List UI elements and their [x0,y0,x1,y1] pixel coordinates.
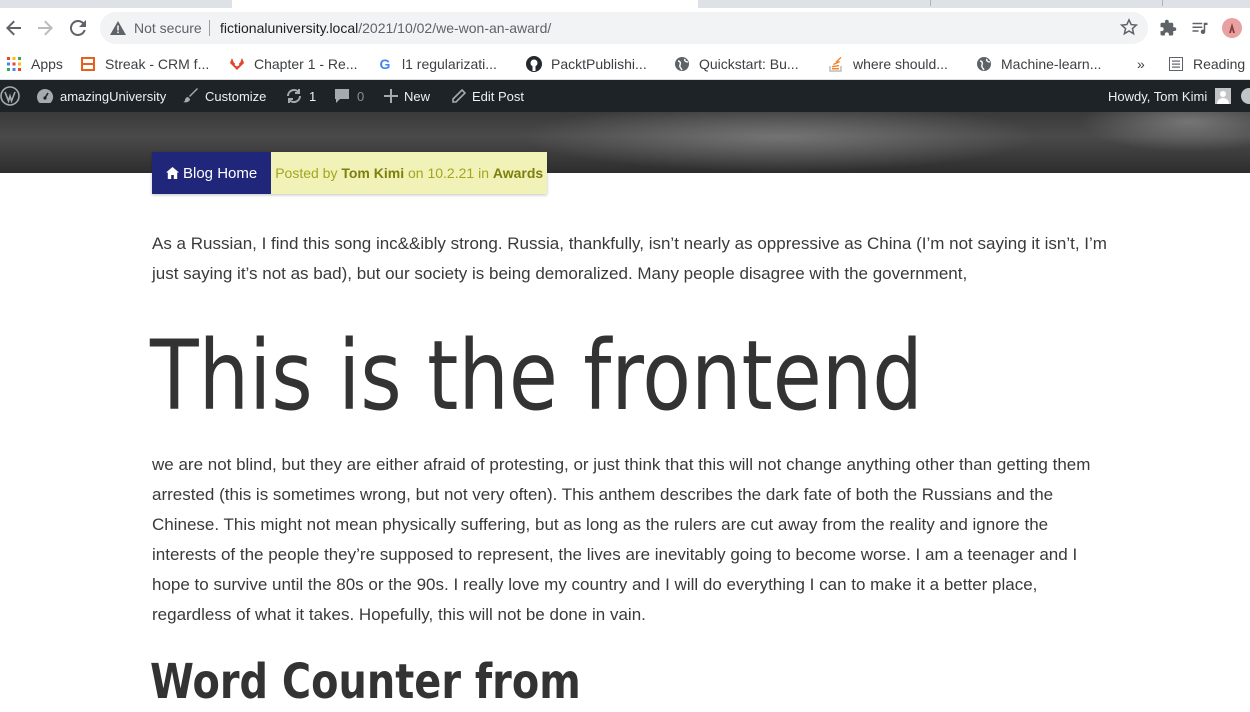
globe-icon [976,56,992,72]
divider [209,20,210,36]
category-link[interactable]: Awards [493,165,543,181]
back-arrow-icon [6,20,21,36]
site-name: amazingUniversity [60,88,167,104]
posted-by-label: Posted by [275,165,338,181]
on-label: on [408,165,424,181]
url-path: /2021/10/02/we-won-an-award/ [358,20,552,36]
bookmark-where-should[interactable]: where should... [828,52,948,76]
blog-home-button[interactable]: Blog Home [152,152,272,194]
bookmark-l1-regularization[interactable]: G l1 regularizati... [377,52,497,76]
updates-link[interactable]: 1 [285,80,316,112]
bookmark-machine-learning[interactable]: Machine-learn... [976,52,1101,76]
apps-grid-icon [6,56,22,72]
security-label[interactable]: Not secure [134,20,202,36]
forward-button[interactable] [33,16,57,40]
edit-post-label: Edit Post [472,88,525,104]
howdy-greeting: Howdy, Tom Kimi [1108,88,1208,104]
bookmark-label: l1 regularizati... [402,56,497,72]
bookmark-label: Streak - CRM f... [105,56,210,72]
bookmark-star-icon[interactable] [1119,18,1139,41]
tab-separator [930,0,931,6]
bookmark-label: where should... [853,56,948,72]
extensions-puzzle-icon[interactable] [1158,18,1178,38]
my-account-menu[interactable]: Howdy, Tom Kimi [1108,80,1250,112]
reading-list-icon [1168,56,1184,72]
comments-count: 0 [357,88,365,104]
active-tab[interactable] [232,0,698,8]
bookmark-quickstart[interactable]: Quickstart: Bu... [674,52,799,76]
gitlab-fox-icon [229,56,245,72]
bookmark-streak[interactable]: Streak - CRM f... [80,52,209,76]
bookmark-apps[interactable]: Apps [6,52,63,76]
google-g-icon: G [379,56,391,72]
home-icon [166,167,179,179]
bookmark-label: Apps [31,56,63,72]
updates-count: 1 [309,88,317,104]
reading-list-button[interactable]: Reading [1168,52,1245,76]
post-heading: This is the frontend [150,320,923,432]
wordpress-logo-icon [0,86,20,106]
blog-home-label: Blog Home [183,164,258,182]
bookmark-label: PacktPublishi... [551,56,647,72]
new-label: New [404,88,431,104]
bookmarks-bar: Apps Streak - CRM f... Chapter 1 - Re...… [0,48,1250,80]
warning-icon[interactable] [110,20,126,41]
bookmark-packt[interactable]: PacktPublishi... [526,52,647,76]
customize-label: Customize [205,88,267,104]
comments-link[interactable]: 0 [333,80,364,112]
browser-toolbar: Not secure fictionaluniversity.local/202… [0,8,1250,48]
github-icon [526,56,542,72]
search-icon[interactable] [1241,88,1250,104]
url-text[interactable]: fictionaluniversity.local/2021/10/02/we-… [220,20,551,36]
comment-bubble-icon [333,88,351,104]
reload-icon [70,20,86,36]
bookmark-label: Chapter 1 - Re... [254,56,358,72]
bookmark-label: Machine-learn... [1001,56,1102,72]
customize-link[interactable]: Customize [183,80,266,112]
media-queue-icon[interactable] [1190,18,1210,38]
reload-button[interactable] [66,16,90,40]
streak-icon [80,56,96,72]
bookmarks-overflow-button[interactable]: » [1137,52,1145,76]
reading-list-label: Reading [1193,56,1246,72]
bookmark-label: Quickstart: Bu... [699,56,799,72]
bookmark-chapter1[interactable]: Chapter 1 - Re... [229,52,358,76]
post-metabox: Blog Home Posted by Tom Kimi on 10.2.21 … [152,152,548,194]
post-meta-info: Posted by Tom Kimi on 10.2.21 in Awards [271,152,548,194]
tab-strip [0,0,1250,8]
post-paragraph: we are not blind, but they are either af… [152,455,1091,624]
globe-icon [674,56,690,72]
back-button[interactable] [2,16,26,40]
post-paragraph: As a Russian, I find this song inc&&ibly… [152,234,1107,283]
address-bar[interactable]: Not secure fictionaluniversity.local/202… [100,12,1148,44]
dashboard-gauge-icon [36,88,54,104]
wp-admin-bar: amazingUniversity Customize 1 0 New Edit… [0,80,1250,112]
edit-post-link[interactable]: Edit Post [451,80,524,112]
forward-arrow-icon [38,20,53,36]
paintbrush-icon [183,88,199,104]
post-subheading: Word Counter from [150,654,581,710]
wp-logo-menu[interactable] [0,80,26,112]
url-host: fictionaluniversity.local [220,20,359,36]
plus-icon [384,89,398,103]
tab-separator [1162,0,1163,6]
profile-avatar-icon[interactable] [1222,18,1242,38]
author-link[interactable]: Tom Kimi [341,165,404,181]
site-name-menu[interactable]: amazingUniversity [36,80,166,112]
new-content-menu[interactable]: New [384,80,430,112]
user-avatar [1215,88,1232,104]
updates-refresh-icon [285,87,303,105]
stackoverflow-icon [828,56,844,72]
post-date: 10.2.21 [427,165,475,181]
pencil-icon [451,88,466,104]
in-label: in [478,165,489,181]
